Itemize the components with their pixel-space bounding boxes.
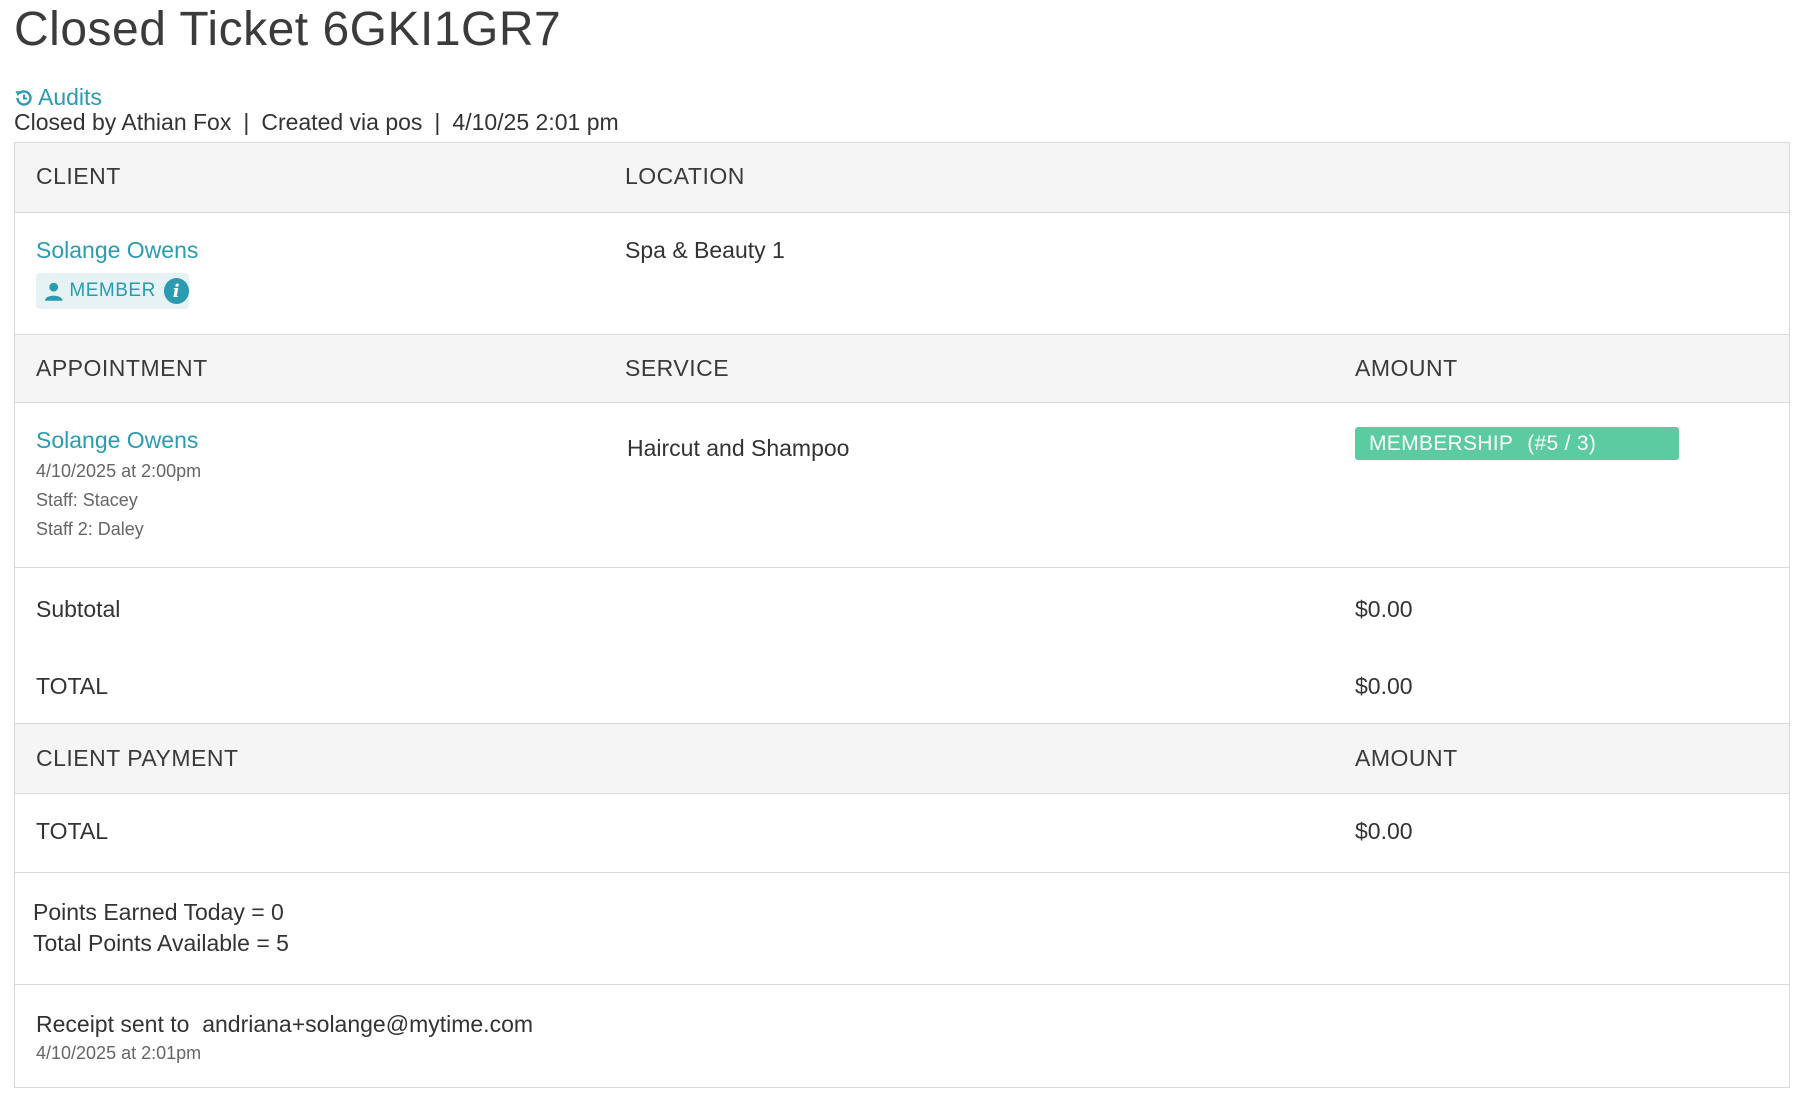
membership-label: MEMBERSHIP — [1369, 431, 1514, 455]
member-badge[interactable]: MEMBER i — [36, 273, 189, 309]
payment-header-row: CLIENT PAYMENT AMOUNT — [15, 724, 1789, 794]
total-value: $0.00 — [1355, 673, 1413, 699]
member-badge-label: MEMBER — [69, 280, 156, 301]
points-row: Points Earned Today = 0 Total Points Ava… — [15, 873, 1789, 985]
location-header: LOCATION — [625, 163, 745, 189]
amount-header: AMOUNT — [1355, 355, 1458, 381]
points-available: Total Points Available = 5 — [33, 930, 289, 956]
receipt-row: Receipt sent to andriana+solange@mytime.… — [15, 985, 1789, 1087]
subtotal-label: Subtotal — [36, 596, 121, 622]
ticket-meta: Closed by Athian Fox | Created via pos | 4/1… — [14, 109, 619, 136]
client-name-link[interactable]: Solange Owens — [36, 237, 198, 264]
total-label: TOTAL — [36, 673, 108, 699]
page-title: Closed Ticket 6GKI1GR7 — [14, 3, 562, 56]
appointment-datetime: 4/10/2025 at 2:00pm — [36, 461, 202, 481]
client-header: CLIENT — [36, 163, 121, 189]
location-value: Spa & Beauty 1 — [625, 237, 785, 263]
payment-total-value: $0.00 — [1355, 818, 1413, 844]
ticket-panel: CLIENT LOCATION Solange Owens MEMBER i S… — [14, 142, 1790, 1088]
closed-by: Closed by Athian Fox — [14, 109, 232, 135]
closed-at: 4/10/25 2:01 pm — [452, 109, 619, 135]
client-row: Solange Owens MEMBER i Spa & Beauty 1 — [15, 213, 1789, 335]
appointment-header: APPOINTMENT — [36, 355, 208, 381]
appointment-staff: Staff: Stacey — [36, 490, 138, 510]
service-header: SERVICE — [625, 355, 730, 381]
appointment-row: Solange Owens 4/10/2025 at 2:00pm Staff:… — [15, 403, 1789, 568]
payment-total-label: TOTAL — [36, 818, 108, 844]
receipt-sent-at: 4/10/2025 at 2:01pm — [36, 1043, 202, 1063]
subtotal-value: $0.00 — [1355, 596, 1413, 622]
audits-link[interactable]: Audits — [14, 84, 102, 111]
person-icon — [44, 282, 63, 301]
appointment-staff2: Staff 2: Daley — [36, 519, 144, 539]
audits-label: Audits — [38, 84, 102, 110]
receipt-sent-to: Receipt sent to andriana+solange@mytime.… — [36, 1011, 534, 1037]
totals-row: Subtotal $0.00 TOTAL $0.00 — [15, 568, 1789, 724]
appointment-header-row: APPOINTMENT SERVICE AMOUNT — [15, 335, 1789, 403]
payment-total-row: TOTAL $0.00 — [15, 794, 1789, 873]
history-icon — [15, 89, 32, 106]
membership-count: (#5 / 3) — [1527, 431, 1597, 455]
client-payment-header: CLIENT PAYMENT — [36, 745, 239, 771]
divider: | — [434, 109, 441, 135]
membership-tag: MEMBERSHIP (#5 / 3) — [1355, 427, 1679, 460]
points-earned-today: Points Earned Today = 0 — [33, 899, 284, 925]
payment-amount-header: AMOUNT — [1355, 745, 1458, 771]
info-icon[interactable]: i — [163, 278, 189, 304]
client-header-row: CLIENT LOCATION — [15, 143, 1789, 213]
appointment-client-link[interactable]: Solange Owens — [36, 427, 198, 454]
created-via: Created via pos — [261, 109, 423, 135]
divider: | — [243, 109, 250, 135]
service-name: Haircut and Shampoo — [627, 435, 850, 461]
